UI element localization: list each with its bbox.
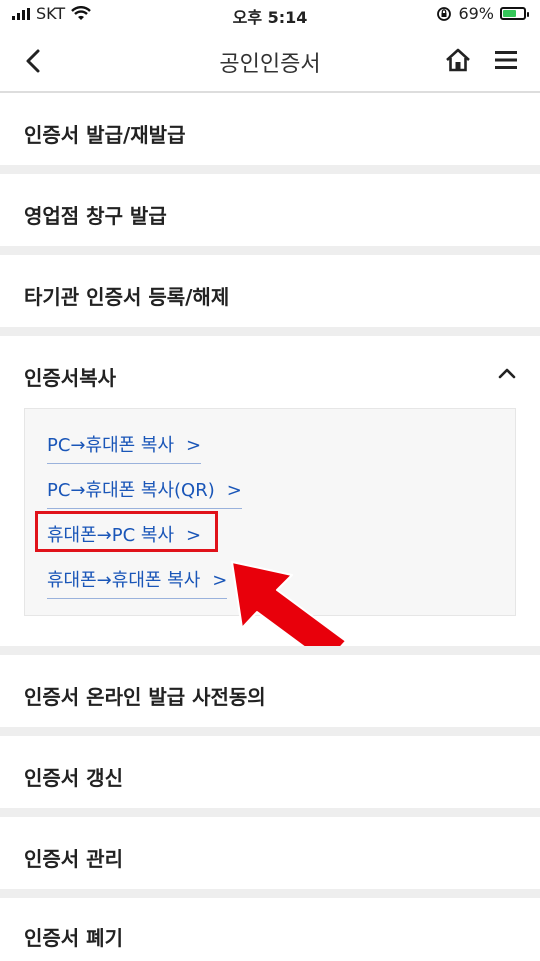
divider [0, 808, 540, 817]
menu-item-revoke[interactable]: 인증서 폐기 [0, 898, 540, 961]
divider [0, 889, 540, 898]
menu-item-manage-label: 인증서 관리 [24, 847, 123, 871]
menu-item-manage[interactable]: 인증서 관리 [0, 817, 540, 889]
divider [0, 727, 540, 736]
menu-item-revoke-label: 인증서 폐기 [24, 926, 123, 950]
menu-item-renew-label: 인증서 갱신 [24, 766, 123, 790]
menu-item-renew[interactable]: 인증서 갱신 [0, 736, 540, 808]
divider [0, 646, 540, 655]
menu-item-consent-label: 인증서 온라인 발급 사전동의 [24, 685, 266, 709]
menu-item-consent[interactable]: 인증서 온라인 발급 사전동의 [0, 655, 540, 727]
